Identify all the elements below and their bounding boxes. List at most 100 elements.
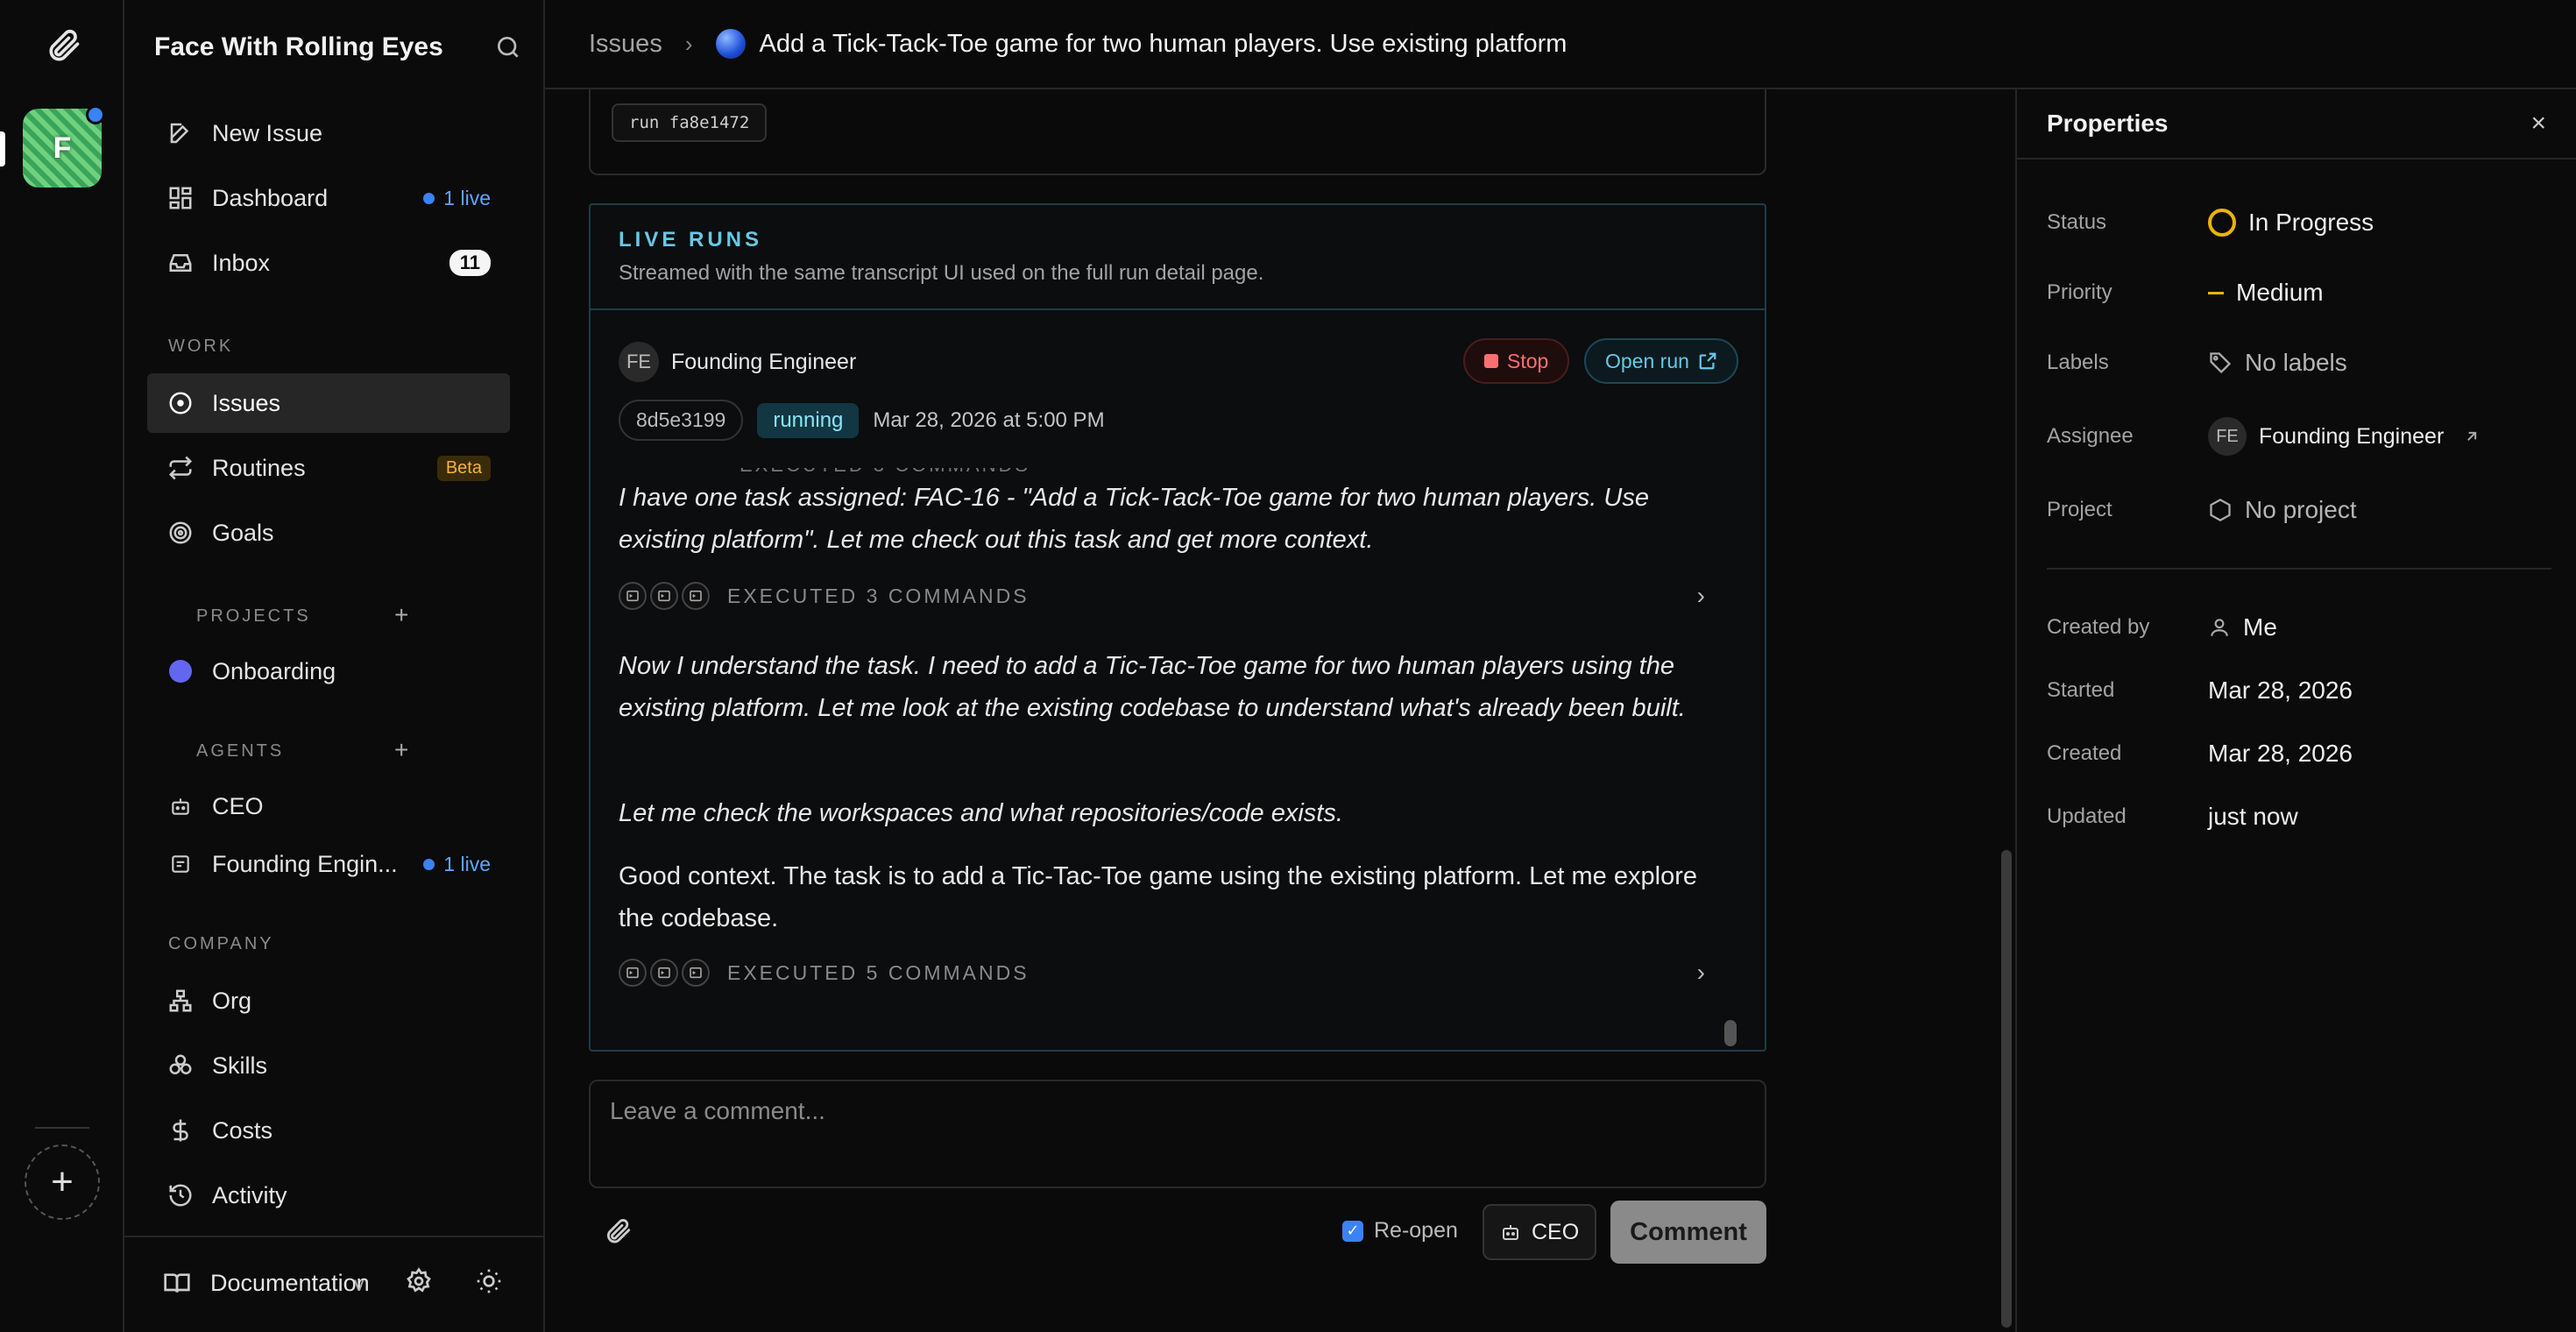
bot-icon: [1500, 1222, 1521, 1243]
add-agent-icon[interactable]: +: [394, 736, 408, 764]
theme-toggle-icon[interactable]: [475, 1267, 505, 1297]
properties-header: Properties ×: [2017, 89, 2576, 159]
close-icon[interactable]: ×: [2530, 109, 2546, 138]
sidebar: Face With Rolling Eyes New Issue Dashboa…: [124, 0, 545, 1332]
inbox-count-badge: 11: [449, 250, 491, 276]
search-icon[interactable]: [494, 33, 522, 61]
dashboard-icon: [166, 184, 195, 212]
property-assignee: Assignee FE Founding Engineer: [2047, 417, 2480, 456]
history-icon: [166, 1181, 195, 1209]
comment-submit-button[interactable]: Comment: [1610, 1201, 1766, 1264]
chevron-right-icon: ›: [1696, 582, 1705, 609]
terminal-icon: [619, 959, 647, 987]
transcript-scrollbar[interactable]: [1724, 468, 1740, 1046]
target-icon: [166, 519, 195, 547]
properties-panel: Properties × Status In Progress Priority…: [2015, 89, 2576, 1332]
sidebar-item-activity[interactable]: Activity: [147, 1166, 510, 1225]
workspace-selected-indicator: [0, 131, 5, 166]
sidebar-item-costs[interactable]: Costs: [147, 1101, 510, 1160]
properties-divider: [2047, 568, 2551, 570]
property-started: Started Mar 28, 2026: [2047, 677, 2353, 704]
status-circle-icon: [2208, 209, 2236, 237]
run-transcript: EXECUTED 3 COMMANDS I have one task assi…: [619, 468, 1710, 1038]
priority-medium-icon: [2208, 291, 2224, 294]
property-status: Status In Progress: [2047, 209, 2374, 237]
reopen-checkbox[interactable]: ✓ Re-open: [1342, 1218, 1458, 1243]
sidebar-item-org[interactable]: Org: [147, 971, 510, 1031]
comment-placeholder: Leave a comment...: [610, 1097, 825, 1124]
comment-input[interactable]: Leave a comment...: [589, 1080, 1766, 1188]
live-runs-card: LIVE RUNS Streamed with the same transcr…: [589, 203, 1766, 1052]
transcript-message: Now I understand the task. I need to add…: [619, 652, 1686, 722]
property-updated: Updated just now: [2047, 803, 2298, 830]
sidebar-item-routines[interactable]: Routines Beta: [147, 438, 510, 498]
checkmark-icon: ✓: [1342, 1220, 1363, 1242]
paperclip-icon[interactable]: [603, 1216, 634, 1248]
sidebar-item-agent-founding-engineer[interactable]: Founding Engin... 1 live: [147, 834, 510, 894]
workspace-rail: F +: [0, 0, 124, 1332]
open-run-button[interactable]: Open run: [1584, 338, 1738, 384]
command-group-1[interactable]: EXECUTED 3 COMMANDS ›: [619, 577, 1705, 615]
priority-value[interactable]: Medium: [2208, 279, 2324, 307]
terminal-icon: [650, 959, 678, 987]
add-workspace-button[interactable]: +: [25, 1144, 100, 1220]
avatar: FE: [619, 342, 659, 382]
breadcrumb-issues[interactable]: Issues: [589, 30, 662, 59]
labels-value[interactable]: No labels: [2208, 349, 2347, 377]
main-scrollbar[interactable]: [2001, 850, 2012, 1328]
properties-title: Properties: [2047, 110, 2169, 137]
transcript-scroll-thumb[interactable]: [1724, 1020, 1737, 1046]
issue-main: run fa8e1472 LIVE RUNS Streamed with the…: [545, 89, 2017, 1332]
sidebar-item-agent-ceo[interactable]: CEO: [147, 776, 510, 836]
arrow-up-right-icon[interactable]: [2463, 428, 2480, 445]
stop-run-button[interactable]: Stop: [1463, 338, 1570, 384]
command-group-partial: EXECUTED 3 COMMANDS: [619, 468, 1030, 477]
sidebar-item-new-issue[interactable]: New Issue: [147, 103, 510, 163]
run-hash[interactable]: 8d5e3199: [619, 400, 744, 441]
property-labels: Labels No labels: [2047, 349, 2347, 377]
stop-icon: [1484, 354, 1498, 368]
edit-icon: [166, 119, 195, 147]
rail-divider: [35, 1127, 89, 1129]
dashboard-live-badge: 1 live: [423, 187, 491, 210]
transcript-message: Good context. The task is to add a Tic-T…: [619, 862, 1697, 932]
sidebar-item-dashboard[interactable]: Dashboard 1 live: [147, 168, 510, 228]
sidebar-item-issues[interactable]: Issues: [147, 373, 510, 433]
avatar: FE: [2208, 417, 2247, 456]
command-group-2[interactable]: EXECUTED 5 COMMANDS ›: [619, 953, 1705, 992]
run-agent-name: Founding Engineer: [671, 349, 857, 374]
agent-icon: [166, 850, 195, 878]
run-timestamp: Mar 28, 2026 at 5:00 PM: [873, 407, 1105, 432]
sidebar-item-inbox[interactable]: Inbox 11: [147, 233, 510, 293]
documentation-link[interactable]: Documentation: [163, 1269, 370, 1297]
sidebar-item-skills[interactable]: Skills: [147, 1036, 510, 1095]
book-icon: [163, 1269, 191, 1297]
property-project: Project No project: [2047, 496, 2357, 524]
live-runs-title: LIVE RUNS: [619, 228, 763, 252]
bot-icon: [166, 792, 195, 820]
terminal-icon: [650, 582, 678, 610]
breadcrumb-current-issue: Add a Tick-Tack-Toe game for two human p…: [759, 29, 1568, 58]
sidebar-item-goals[interactable]: Goals: [147, 503, 510, 563]
status-value[interactable]: In Progress: [2208, 209, 2374, 237]
gear-icon[interactable]: [405, 1267, 435, 1297]
issues-circle-icon: [166, 389, 195, 417]
founding-live-badge: 1 live: [423, 853, 491, 876]
paperclip-logo-icon[interactable]: [44, 26, 82, 65]
user-icon: [2208, 616, 2231, 639]
transcript-message: Let me check the workspaces and what rep…: [619, 799, 1343, 827]
property-priority: Priority Medium: [2047, 279, 2324, 307]
assignee-select-button[interactable]: CEO: [1483, 1204, 1597, 1260]
comment-actions: ✓ Re-open CEO Comment: [589, 1201, 1766, 1264]
breadcrumb: Issues › Add a Tick-Tack-Toe game for tw…: [545, 0, 2576, 89]
live-runs-header: LIVE RUNS Streamed with the same transcr…: [591, 205, 1765, 310]
add-project-icon[interactable]: +: [394, 601, 408, 629]
project-value[interactable]: No project: [2208, 496, 2357, 524]
assignee-value[interactable]: FE Founding Engineer: [2208, 417, 2480, 456]
property-created: Created Mar 28, 2026: [2047, 740, 2353, 767]
section-company: COMPANY: [168, 934, 274, 953]
status-badge: running: [757, 402, 860, 438]
workspace-notification-dot: [86, 105, 105, 124]
sidebar-item-project-onboarding[interactable]: Onboarding: [147, 641, 510, 701]
run-tag[interactable]: run fa8e1472: [612, 103, 768, 142]
